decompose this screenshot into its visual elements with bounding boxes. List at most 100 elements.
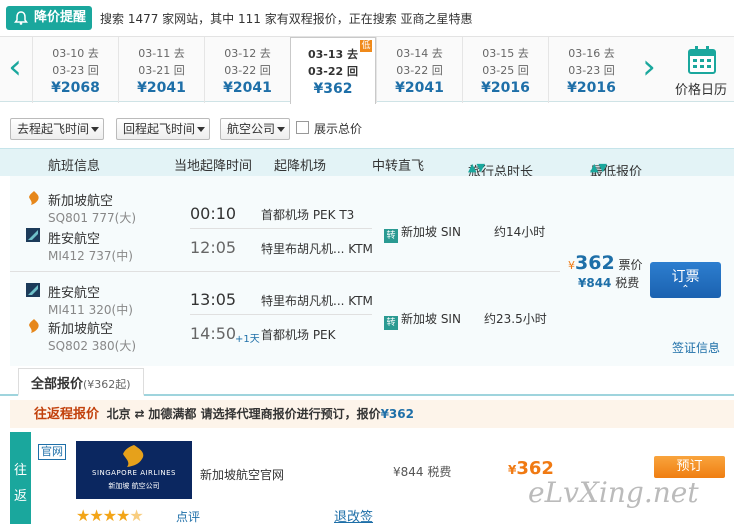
date-option[interactable]: 03-12 去 03-22 回 ¥2041: [204, 37, 290, 103]
agent-name: 新加坡航空官网: [200, 468, 285, 482]
header-transfer: 中转直飞: [372, 159, 425, 174]
chevron-up-icon: ⌃: [681, 284, 690, 295]
date-option-selected[interactable]: 低 03-13 去 03-22 回 ¥362: [290, 37, 376, 104]
airline-name: 新加坡航空: [48, 322, 114, 337]
sort-icon: ▲▼: [468, 161, 485, 174]
filter-bar: 去程起飞时间 回程起飞时间 航空公司 展示总价: [0, 112, 734, 142]
caret-down-icon: [277, 127, 286, 132]
ticket-price-label: 票价: [618, 258, 643, 272]
show-total-checkbox[interactable]: [296, 121, 309, 134]
destination-prompt: 加德满都 请选择代理商报价进行预订，报价: [148, 407, 381, 421]
ticket-price-value: 362: [575, 252, 615, 274]
flight-number: MI411 320(中): [48, 303, 133, 317]
rating-stars: ★★★★★: [76, 506, 144, 525]
arrival-airport: 特里布胡凡机... KTM: [261, 242, 373, 256]
airline-name: 胜安航空: [48, 286, 101, 301]
results-table-header: 航班信息 当地起降时间 起降机场 中转直飞 旅行总时长 ▲▼ 最低报价 ▲▼: [0, 148, 734, 180]
currency-symbol: ¥: [568, 259, 575, 272]
tax-label: 税费: [615, 276, 640, 290]
date-price: ¥2016: [567, 80, 616, 96]
review-link[interactable]: 点评: [176, 508, 200, 525]
singapore-airlines-logo[interactable]: SINGAPORE AIRLINES 新加坡 航空公司: [76, 441, 192, 499]
date-price: ¥2016: [481, 80, 530, 96]
travel-duration: 约23.5小时: [484, 312, 547, 326]
arrival-time: 12:05: [190, 238, 237, 257]
refund-change-link[interactable]: 退改签: [334, 506, 373, 525]
date-price: ¥362: [313, 81, 353, 97]
dropdown-label: 去程起飞时间: [17, 122, 90, 136]
outbound-date: 03-11 去: [138, 47, 185, 60]
singapore-airlines-logo-icon: [29, 191, 39, 205]
airline-dropdown[interactable]: 航空公司: [220, 118, 291, 140]
outbound-date: 03-10 去: [52, 47, 99, 60]
outbound-date: 03-14 去: [396, 47, 443, 60]
caret-down-icon: [197, 127, 206, 132]
logo-text-en: SINGAPORE AIRLINES: [92, 469, 176, 477]
departure-time: 13:05: [190, 290, 237, 309]
return-time-dropdown[interactable]: 回程起飞时间: [116, 118, 211, 140]
search-status-text: 搜索 1477 家网站，其中 111 家有双程报价，正在搜索 亚商之星特惠: [100, 12, 473, 26]
price-calendar-button[interactable]: 价格日历: [668, 37, 734, 103]
search-alert-bar: 降价提醒 搜索 1477 家网站，其中 111 家有双程报价，正在搜索 亚商之星…: [0, 0, 734, 36]
transfer-city: 新加坡 SIN: [401, 312, 461, 326]
airline-name: 胜安航空: [48, 232, 101, 247]
header-airports: 起降机场: [274, 159, 327, 174]
transfer-badge: 转: [384, 316, 398, 330]
visa-info-link[interactable]: 签证信息: [672, 339, 720, 356]
segment-divider: [190, 228, 372, 229]
return-date: 03-22 回: [224, 64, 271, 77]
return-date: 03-25 回: [482, 64, 529, 77]
price-alert-label: 降价提醒: [34, 10, 87, 25]
segment-divider: [190, 314, 372, 315]
calendar-icon: [688, 46, 716, 74]
plus-one-day: +1天: [235, 334, 260, 345]
date-price: ¥2041: [137, 80, 186, 96]
half-star-icon: ★: [129, 506, 143, 525]
tab-price-from: (¥362起): [83, 378, 131, 391]
sort-icon: ▲▼: [590, 161, 607, 174]
silkair-logo-icon: [26, 283, 40, 297]
tax-info: ¥844 税费: [578, 274, 639, 291]
price-alert-button[interactable]: 降价提醒: [6, 6, 92, 30]
arrival-airport: 首都机场 PEK: [261, 328, 336, 342]
return-date: 03-23 回: [568, 64, 615, 77]
outbound-return-divider: [10, 271, 560, 272]
bell-icon: [14, 11, 28, 25]
tax-value: ¥844: [578, 276, 612, 290]
date-option[interactable]: 03-16 去 03-23 回 ¥2016: [548, 37, 634, 103]
transfer-city: 新加坡 SIN: [401, 225, 461, 239]
return-date: 03-22 回: [396, 64, 443, 77]
transfer-info[interactable]: 转新加坡 SIN: [384, 223, 461, 243]
date-option[interactable]: 03-10 去 03-23 回 ¥2068: [32, 37, 118, 103]
arrival-time: 14:50: [190, 324, 237, 343]
outbound-date: 03-12 去: [224, 47, 271, 60]
date-option[interactable]: 03-11 去 03-21 回 ¥2041: [118, 37, 204, 103]
date-option[interactable]: 03-14 去 03-22 回 ¥2041: [376, 37, 462, 103]
tab-all-quotes[interactable]: 全部报价(¥362起): [18, 368, 144, 396]
roundtrip-price: ¥362: [380, 407, 414, 421]
logo-text-cn: 新加坡 航空公司: [108, 482, 160, 490]
side-tab-char: 往: [13, 463, 27, 478]
date-price: ¥2041: [395, 80, 444, 96]
transfer-info[interactable]: 转新加坡 SIN: [384, 310, 461, 330]
return-date: 03-22 回: [307, 65, 358, 78]
silkair-logo-icon: [26, 228, 40, 242]
book-ticket-button[interactable]: 订票 ⌃: [650, 262, 721, 298]
date-price: ¥2068: [51, 80, 100, 96]
date-price: ¥2041: [223, 80, 272, 96]
return-date: 03-23 回: [52, 64, 99, 77]
outbound-time-dropdown[interactable]: 去程起飞时间: [10, 118, 105, 140]
swap-arrows-icon: ⇄: [134, 407, 145, 421]
side-tab-char: 返: [13, 489, 27, 504]
roundtrip-side-tab: 往 返: [10, 432, 31, 524]
date-option[interactable]: 03-15 去 03-25 回 ¥2016: [462, 37, 548, 103]
next-dates-chevron-right-icon[interactable]: ›: [634, 37, 664, 103]
book-label: 订票: [671, 269, 700, 285]
return-date: 03-21 回: [138, 64, 185, 77]
singapore-airlines-bird-icon: [123, 445, 144, 467]
flight-number: SQ801 777(大): [48, 211, 137, 225]
prev-dates-chevron-left-icon[interactable]: ‹: [0, 37, 30, 103]
order-button[interactable]: 预订: [654, 456, 725, 478]
tab-label: 全部报价: [31, 377, 84, 392]
watermark: eLvXing.net: [528, 476, 699, 509]
